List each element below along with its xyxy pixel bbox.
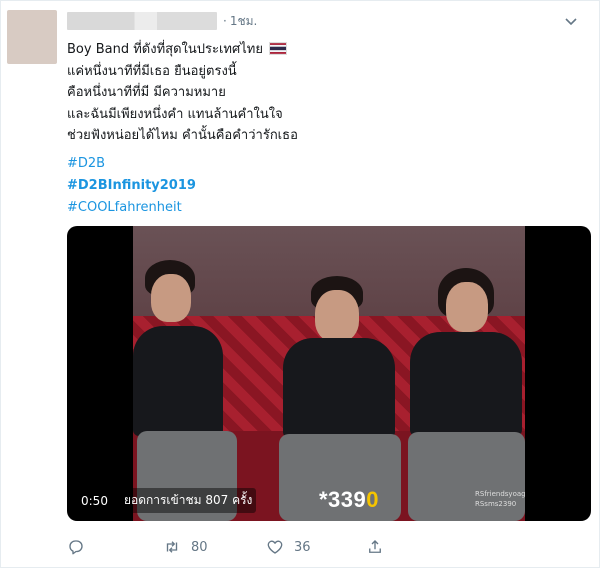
video-caption-tags: RSfriendsyoage RSsms2390 xyxy=(475,489,525,509)
head xyxy=(446,282,488,332)
video-number-suffix: 0 xyxy=(366,487,380,512)
retweet-button[interactable]: 80 xyxy=(163,538,208,556)
shirt xyxy=(133,326,223,436)
shirt xyxy=(410,332,522,436)
person-right xyxy=(408,226,525,521)
chevron-down-icon[interactable] xyxy=(563,13,579,29)
head xyxy=(151,274,191,322)
person-left xyxy=(133,226,253,521)
video-number-prefix: *339 xyxy=(319,487,367,512)
hashtag-link-coolfahrenheit[interactable]: #COOLfahrenheit xyxy=(67,197,196,219)
tweet-timestamp[interactable]: 1ชม. xyxy=(230,12,258,31)
tweet-text-line: Boy Band ที่ดังที่สุดในประเทศไทย xyxy=(67,39,577,61)
tweet-text-line: คือหนึ่งนาทีที่มี มีความหมาย xyxy=(67,85,226,100)
tweet-card: · 1ชม. Boy Band ที่ดังที่สุดในประเทศไทย … xyxy=(0,0,600,568)
tweet-text-line: และฉันมีเพียงหนึ่งคำ แทนล้านคำในใจ xyxy=(67,106,283,122)
video-caption-line: RSfriendsyoage xyxy=(475,490,525,498)
hashtag-list: #D2B #D2BInfinity2019 #COOLfahrenheit xyxy=(67,153,196,219)
head xyxy=(315,290,359,342)
share-button[interactable] xyxy=(366,538,384,556)
tweet-header: · 1ชม. xyxy=(67,11,587,31)
video-overlay-number: *3390 xyxy=(319,487,379,513)
video-caption-line: RSsms2390 xyxy=(475,500,517,508)
tweet-text-line: ช่วยฟังหน่อยได้ไหม คำนั้นคือคำว่ารักเธอ xyxy=(67,128,298,143)
retweet-icon xyxy=(166,541,178,553)
like-button[interactable]: 36 xyxy=(266,538,311,556)
tweet-text-line: แค่หนึ่งนาทีที่มีเธอ ยืนอยู่ตรงนี้ xyxy=(67,63,237,79)
tweet-text: Boy Band ที่ดังที่สุดในประเทศไทย แค่หนึ่… xyxy=(67,39,577,147)
time-separator: · xyxy=(223,14,227,28)
like-count: 36 xyxy=(294,539,311,555)
video-player[interactable]: RSfriendsyoage RSsms2390 RS *3390 0:50 ย… xyxy=(67,226,591,521)
hashtag-link-d2binfinity2019[interactable]: #D2BInfinity2019 xyxy=(67,175,196,197)
redacted-author-name[interactable] xyxy=(67,12,217,30)
video-view-count: ยอดการเข้าชม 807 ครั้ง xyxy=(119,488,257,513)
shirt xyxy=(283,338,395,438)
person-center xyxy=(273,226,403,521)
avatar[interactable] xyxy=(7,10,57,64)
video-frame: RSfriendsyoage RSsms2390 RS xyxy=(133,226,525,521)
video-duration: 0:50 xyxy=(75,490,114,511)
reply-button[interactable] xyxy=(67,538,95,556)
hashtag-link-d2b[interactable]: #D2B xyxy=(67,153,196,175)
video-overlay-bar: 0:50 ยอดการเข้าชม 807 ครั้ง xyxy=(75,488,257,513)
like-icon xyxy=(267,540,283,554)
share-icon xyxy=(369,540,381,553)
retweet-count: 80 xyxy=(191,539,208,555)
tweet-actions: 80 36 xyxy=(67,536,587,558)
reply-icon xyxy=(69,540,83,555)
thailand-flag-icon xyxy=(268,42,287,55)
